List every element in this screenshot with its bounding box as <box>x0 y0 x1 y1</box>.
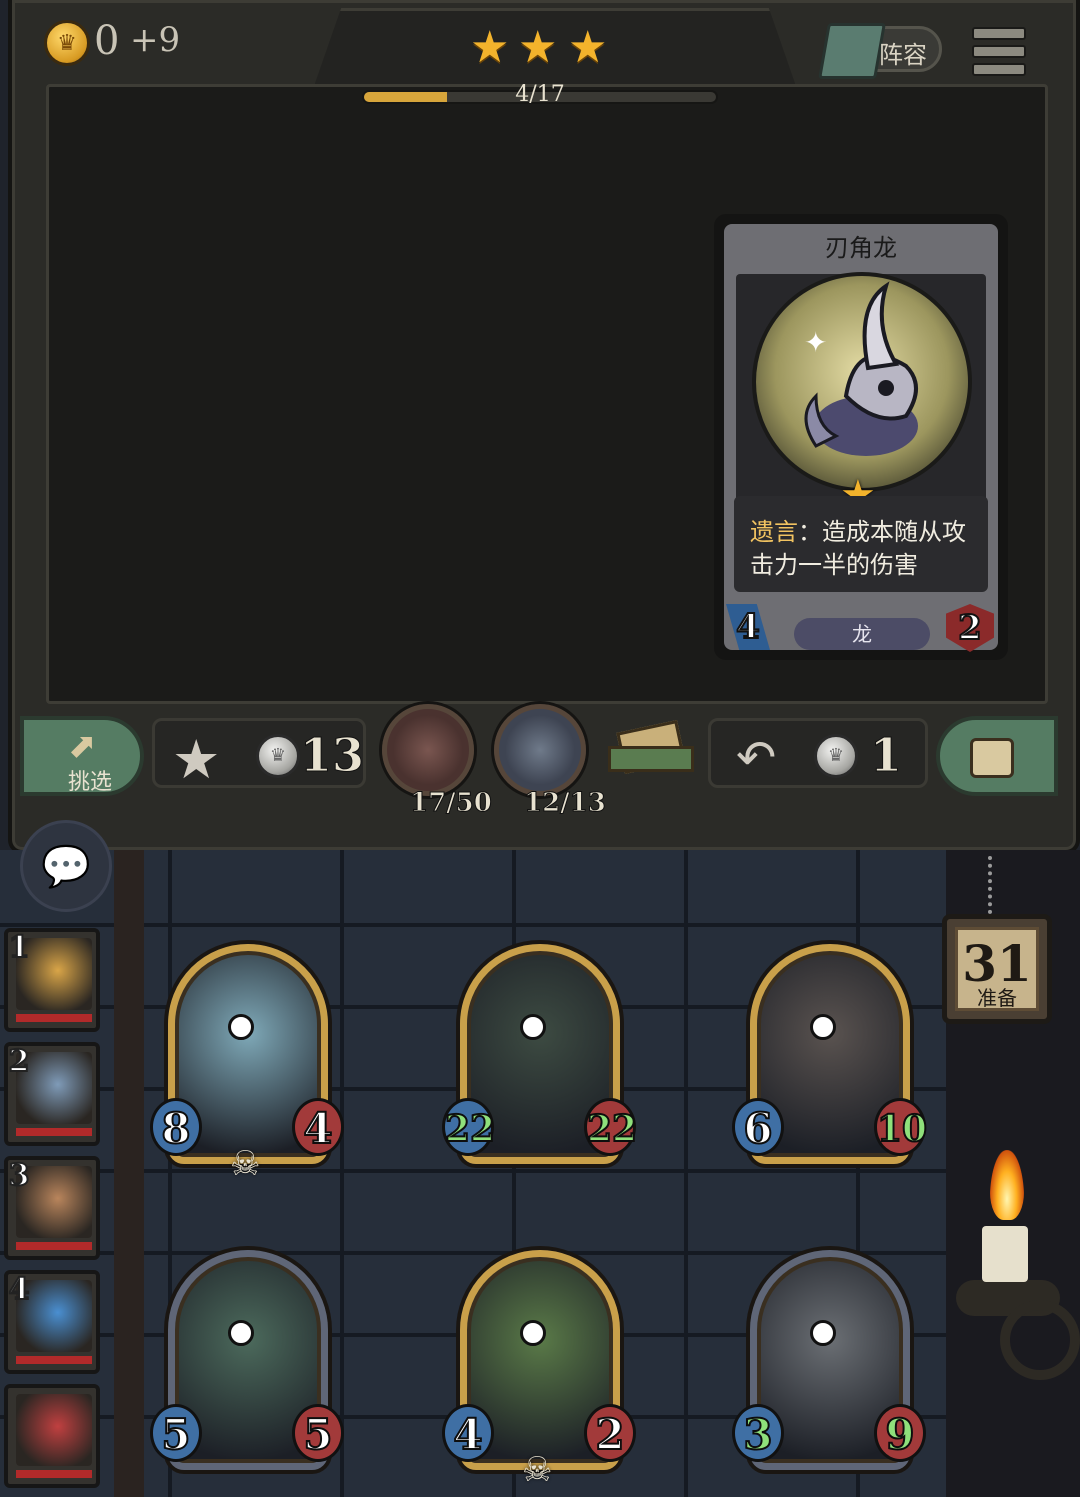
flame-icon <box>990 1150 1024 1220</box>
player-rank: 4 <box>8 1271 31 1308</box>
lock-icon <box>970 738 1014 778</box>
open-book-icon <box>600 716 710 786</box>
menu-bar-icon <box>972 63 1026 76</box>
player-portrait[interactable]: 2 <box>4 1042 100 1146</box>
star-upgrade-icon: ★ <box>172 728 221 791</box>
board-minion[interactable]: 39 <box>732 1240 926 1490</box>
card-description: 遗言：造成本随从攻击力一半的伤害 <box>734 496 988 592</box>
progress-fill <box>364 92 447 102</box>
lineup-book-icon <box>818 23 886 79</box>
pick-button[interactable]: ⬈ 挑选 <box>20 716 144 796</box>
pocket-watch-1[interactable] <box>382 704 474 796</box>
minion-health: 9 <box>874 1404 926 1462</box>
svg-text:✦: ✦ <box>804 326 827 359</box>
gold-income: +9 <box>130 20 181 60</box>
player-rank: 2 <box>8 1043 31 1080</box>
card-keyword: 遗言 <box>750 518 798 546</box>
lineup-label: 阵容 <box>879 41 927 69</box>
refresh-cost: 1 <box>869 728 903 783</box>
upgrade-cost: 13 <box>299 728 365 783</box>
board-minion[interactable]: 6 10 <box>732 934 928 1184</box>
skull-icon: ☠ <box>230 1144 261 1184</box>
minion-health: 22 <box>584 1098 638 1156</box>
chat-button[interactable]: 💬 <box>20 820 112 912</box>
minion-health: 10 <box>874 1098 928 1156</box>
card-tribe: 龙 <box>794 618 930 650</box>
star-icon: ★ <box>518 22 558 73</box>
gold-coin-icon: ♛ <box>44 20 90 66</box>
chat-bubble-icon: 💬 <box>41 844 91 890</box>
chain-icon <box>988 856 1008 914</box>
minion-health: 2 <box>584 1404 636 1462</box>
prep-label: 准备 <box>977 986 1017 1010</box>
lineup-button[interactable]: 阵容 <box>818 23 942 79</box>
player-rank: 1 <box>8 929 31 966</box>
player-rank: 3 <box>8 1157 31 1194</box>
player-health-bar <box>16 1014 92 1022</box>
player-health-bar <box>16 1470 92 1478</box>
pocket-watch-2[interactable] <box>494 704 586 796</box>
minion-attack: 5 <box>150 1404 202 1462</box>
board-minion[interactable]: 8 4 ☠ <box>150 934 344 1184</box>
minion-attack: 4 <box>442 1404 494 1462</box>
refresh-icon: ↶ <box>736 730 777 786</box>
prep-plaque: 31 准备 <box>955 927 1039 1011</box>
minion-detail-card[interactable]: 刃角龙 ✦ ★ 遗言：造成本随从攻击力一半的伤害 龙 4 2 <box>714 214 1008 660</box>
watch-1-counter: 17/50 <box>410 788 493 819</box>
gold-amount: 0 <box>94 18 120 64</box>
card-name: 刃角龙 <box>825 234 897 262</box>
minion-attack: 22 <box>442 1098 496 1156</box>
minion-attack: 3 <box>732 1404 784 1462</box>
torch-ring <box>1000 1300 1080 1380</box>
candle-icon <box>982 1226 1028 1282</box>
lock-shop-button[interactable] <box>936 716 1058 796</box>
arrow-up-right-icon: ⬈ <box>68 726 97 766</box>
skull-icon: ☠ <box>522 1450 553 1490</box>
board-minion[interactable]: 55 <box>150 1240 344 1490</box>
prep-timer: 31 准备 <box>942 914 1052 1024</box>
pick-label: 挑选 <box>68 770 113 795</box>
player-portrait[interactable]: 4 <box>4 1270 100 1374</box>
player-health-bar <box>16 1128 92 1136</box>
star-icon: ★ <box>470 22 510 73</box>
minion-attack: 6 <box>732 1098 784 1156</box>
board-minion[interactable]: 4 2 ☠ <box>442 1240 636 1490</box>
watch-2-counter: 12/13 <box>524 788 607 819</box>
player-avatar <box>16 1394 92 1466</box>
player-portrait[interactable]: 3 <box>4 1156 100 1260</box>
card-portrait: ✦ <box>752 272 972 492</box>
menu-bar-icon <box>972 27 1026 40</box>
menu-bar-icon <box>972 45 1026 58</box>
left-pillar <box>114 850 144 1497</box>
player-portrait[interactable] <box>4 1384 100 1488</box>
player-health-bar <box>16 1242 92 1250</box>
minion-attack: 8 <box>150 1098 202 1156</box>
player-portrait[interactable]: 1 <box>4 928 100 1032</box>
silver-coin-icon: ♛ <box>256 734 300 778</box>
menu-button[interactable] <box>972 22 1026 76</box>
minion-health: 5 <box>292 1404 344 1462</box>
minion-health: 4 <box>292 1098 344 1156</box>
dragon-art: ✦ <box>804 281 918 456</box>
star-icon: ★ <box>568 22 608 73</box>
progress-label: 4/17 <box>515 82 565 107</box>
board-minion[interactable]: 22 22 <box>442 934 638 1184</box>
silver-coin-icon: ♛ <box>814 734 858 778</box>
player-health-bar <box>16 1356 92 1364</box>
